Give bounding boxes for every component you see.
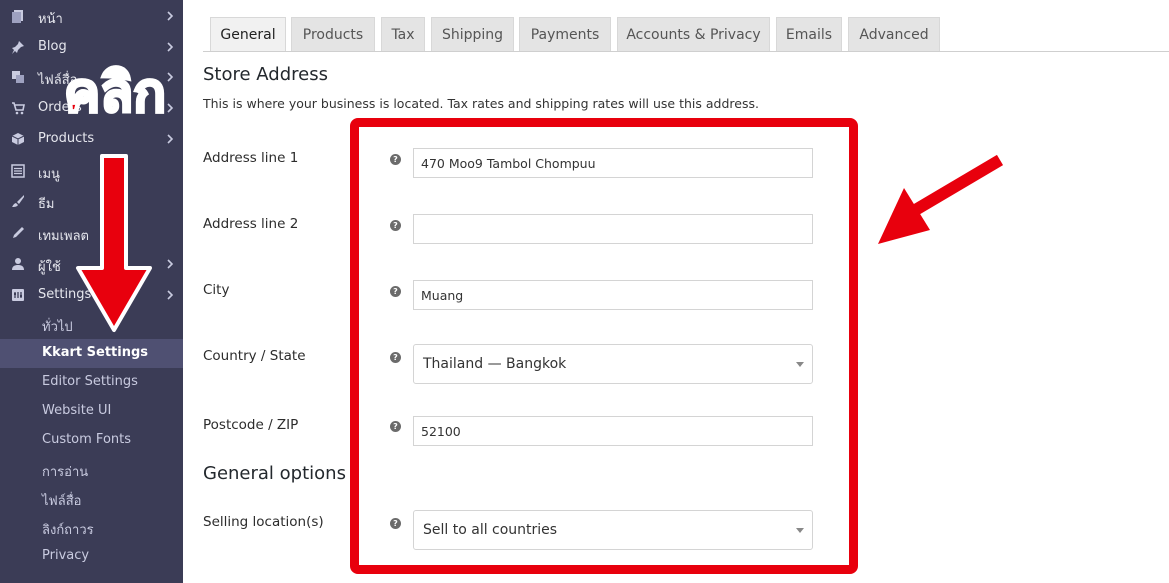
submenu-custom-fonts[interactable]: Custom Fonts xyxy=(0,426,183,455)
chevron-right-icon xyxy=(167,259,174,269)
chevron-right-icon xyxy=(167,11,174,21)
help-icon[interactable]: ? xyxy=(390,220,401,231)
chevron-right-icon xyxy=(167,42,174,52)
sidebar-item-menus[interactable]: เมนู xyxy=(0,156,183,186)
pin-icon xyxy=(10,39,26,55)
pencil-icon xyxy=(10,225,26,241)
city-input[interactable] xyxy=(413,280,813,310)
settings-tabs: General Products Tax Shipping Payments A… xyxy=(203,15,1169,52)
tab-payments[interactable]: Payments xyxy=(519,17,611,51)
sidebar-item-users[interactable]: ผู้ใช้ xyxy=(0,249,183,279)
selling-location-label: Selling location(s) xyxy=(203,514,324,530)
address-line-2-label: Address line 2 xyxy=(203,216,299,232)
submenu-website-ui[interactable]: Website UI xyxy=(0,397,183,426)
tab-accounts-privacy[interactable]: Accounts & Privacy xyxy=(617,17,770,51)
help-icon[interactable]: ? xyxy=(390,518,401,529)
country-state-select[interactable]: Thailand — Bangkok xyxy=(413,344,813,384)
submenu-kkart-settings[interactable]: Kkart Settings xyxy=(0,339,183,368)
selling-location-select[interactable]: Sell to all countries xyxy=(413,510,813,550)
help-icon[interactable]: ? xyxy=(390,352,401,363)
postcode-label: Postcode / ZIP xyxy=(203,417,299,433)
cart-icon xyxy=(10,100,26,116)
media-icon xyxy=(10,69,26,85)
submenu-general[interactable]: ทั่วไป xyxy=(0,310,183,339)
tab-emails[interactable]: Emails xyxy=(776,17,842,51)
sidebar-item-templates[interactable]: เทมเพลต xyxy=(0,218,183,248)
help-icon[interactable]: ? xyxy=(390,286,401,297)
tab-products[interactable]: Products xyxy=(291,17,375,51)
tab-advanced[interactable]: Advanced xyxy=(848,17,940,51)
dropdown-arrow-icon xyxy=(796,362,804,367)
sidebar-item-pages[interactable]: หน้า xyxy=(0,1,183,31)
submenu-permalinks[interactable]: ลิงก์ถาวร xyxy=(0,513,183,542)
pages-icon xyxy=(10,8,26,24)
help-icon[interactable]: ? xyxy=(390,421,401,432)
store-address-description: This is where your business is located. … xyxy=(203,96,759,111)
sidebar-item-products[interactable]: Products xyxy=(0,124,183,154)
help-icon[interactable]: ? xyxy=(390,154,401,165)
address-line-1-label: Address line 1 xyxy=(203,150,299,166)
address-line-2-input[interactable] xyxy=(413,214,813,244)
settings-icon xyxy=(10,287,26,303)
annotation-left-arrow-icon xyxy=(878,154,1004,244)
store-address-heading: Store Address xyxy=(203,64,328,85)
submenu-reading[interactable]: การอ่าน xyxy=(0,455,183,484)
box-icon xyxy=(10,131,26,147)
submenu-editor-settings[interactable]: Editor Settings xyxy=(0,368,183,397)
general-options-heading: General options xyxy=(203,463,346,484)
annotation-click-label: คลิก xyxy=(63,61,168,124)
brush-icon xyxy=(10,193,26,209)
chevron-right-icon xyxy=(167,290,174,300)
address-line-1-input[interactable] xyxy=(413,148,813,178)
submenu-media[interactable]: ไฟล์สื่อ xyxy=(0,484,183,513)
list-icon xyxy=(10,163,26,179)
submenu-privacy[interactable]: Privacy xyxy=(0,542,183,571)
tab-shipping[interactable]: Shipping xyxy=(431,17,514,51)
city-label: City xyxy=(203,282,230,298)
sidebar-item-blog[interactable]: Blog xyxy=(0,32,183,62)
dropdown-arrow-icon xyxy=(796,528,804,533)
chevron-right-icon xyxy=(167,134,174,144)
postcode-input[interactable] xyxy=(413,416,813,446)
tab-tax[interactable]: Tax xyxy=(381,17,425,51)
tab-general[interactable]: General xyxy=(210,17,286,51)
sidebar-item-settings[interactable]: Settings xyxy=(0,280,183,310)
country-state-label: Country / State xyxy=(203,348,306,364)
user-icon xyxy=(10,256,26,272)
sidebar-item-themes[interactable]: ธีม xyxy=(0,186,183,216)
